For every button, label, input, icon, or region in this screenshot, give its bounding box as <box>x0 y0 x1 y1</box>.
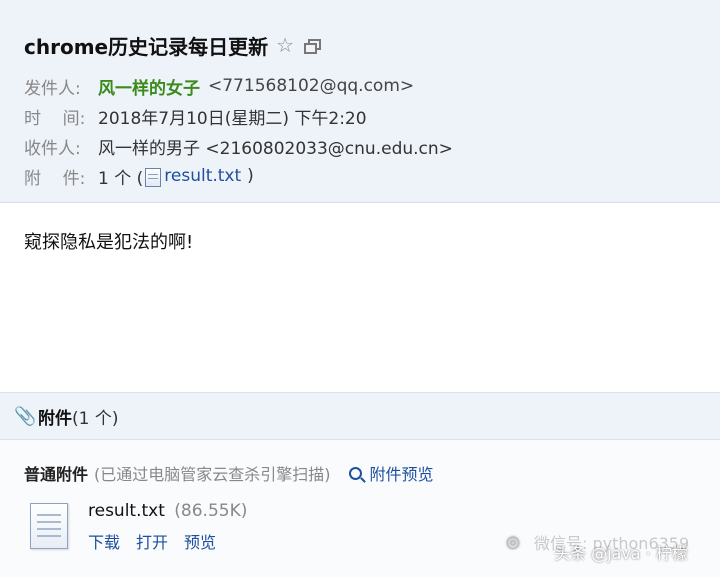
email-subject: chrome历史记录每日更新 <box>24 34 269 59</box>
attachments-header: 📎 附件 (1 个) <box>0 393 720 440</box>
sender-address: <771568102@qq.com> <box>208 76 415 96</box>
to-label: 收件人: <box>24 138 81 159</box>
wechat-icon: ◎ <box>506 532 520 551</box>
attachments-title: 附件 <box>38 408 72 429</box>
preview-all-button[interactable]: 附件预览 <box>348 461 434 485</box>
time-value: 2018年7月10日(星期二) 下午2:20 <box>98 108 367 129</box>
watermark: ◎ 微信号: python6359 头条 @java · 柠檬 <box>506 530 720 576</box>
attachments-count: (1 个) <box>72 408 119 429</box>
normal-attachments-row: 普通附件 (已通过电脑管家云查杀引擎扫描) 附件预览 <box>24 461 434 485</box>
time-row: 时 间: 2018年7月10日(星期二) 下午2:20 <box>24 104 367 129</box>
time-label: 时 间: <box>24 108 86 129</box>
normal-attachments-title: 普通附件 <box>24 465 89 484</box>
from-label: 发件人: <box>24 78 81 99</box>
attachment-count: 1 个 ( <box>98 168 144 189</box>
attachment-row: 附 件: 1 个 ( result.txt ) <box>24 164 254 189</box>
magnifier-icon <box>348 466 362 480</box>
scan-note: (已通过电脑管家云查杀引擎扫描) <box>94 465 331 484</box>
open-link[interactable]: 打开 <box>136 529 168 553</box>
attachment-label: 附 件: <box>24 168 86 189</box>
file-name: result.txt <box>88 501 165 521</box>
file-icon <box>145 168 162 187</box>
email-body: 窥探隐私是犯法的啊! <box>24 232 194 253</box>
download-link[interactable]: 下载 <box>88 529 120 553</box>
file-name-row: result.txt (86.55K) <box>88 501 247 521</box>
from-row: 发件人: 风一样的女子 <771568102@qq.com> <box>24 74 415 99</box>
attachment-link[interactable]: result.txt <box>164 166 241 186</box>
subject-row: chrome历史记录每日更新 ☆ <box>24 30 322 60</box>
file-icon[interactable] <box>30 503 68 549</box>
preview-link[interactable]: 预览 <box>184 529 216 553</box>
attachment-close-paren: ) <box>247 166 254 186</box>
email-header: chrome历史记录每日更新 ☆ 发件人: 风一样的女子 <771568102@… <box>0 0 720 203</box>
star-icon[interactable]: ☆ <box>276 35 294 55</box>
watermark-author: 头条 @java · 柠檬 <box>554 544 688 563</box>
file-size: (86.55K) <box>174 501 248 521</box>
file-actions: 下载 打开 预览 <box>88 529 216 553</box>
paperclip-icon: 📎 <box>14 405 37 427</box>
to-row: 收件人: 风一样的男子 <2160802033@cnu.edu.cn> <box>24 134 453 159</box>
popout-icon[interactable] <box>304 39 322 54</box>
sender-name[interactable]: 风一样的女子 <box>98 74 200 99</box>
preview-all-label: 附件预览 <box>369 465 434 484</box>
recipient: 风一样的男子 <2160802033@cnu.edu.cn> <box>98 138 453 159</box>
